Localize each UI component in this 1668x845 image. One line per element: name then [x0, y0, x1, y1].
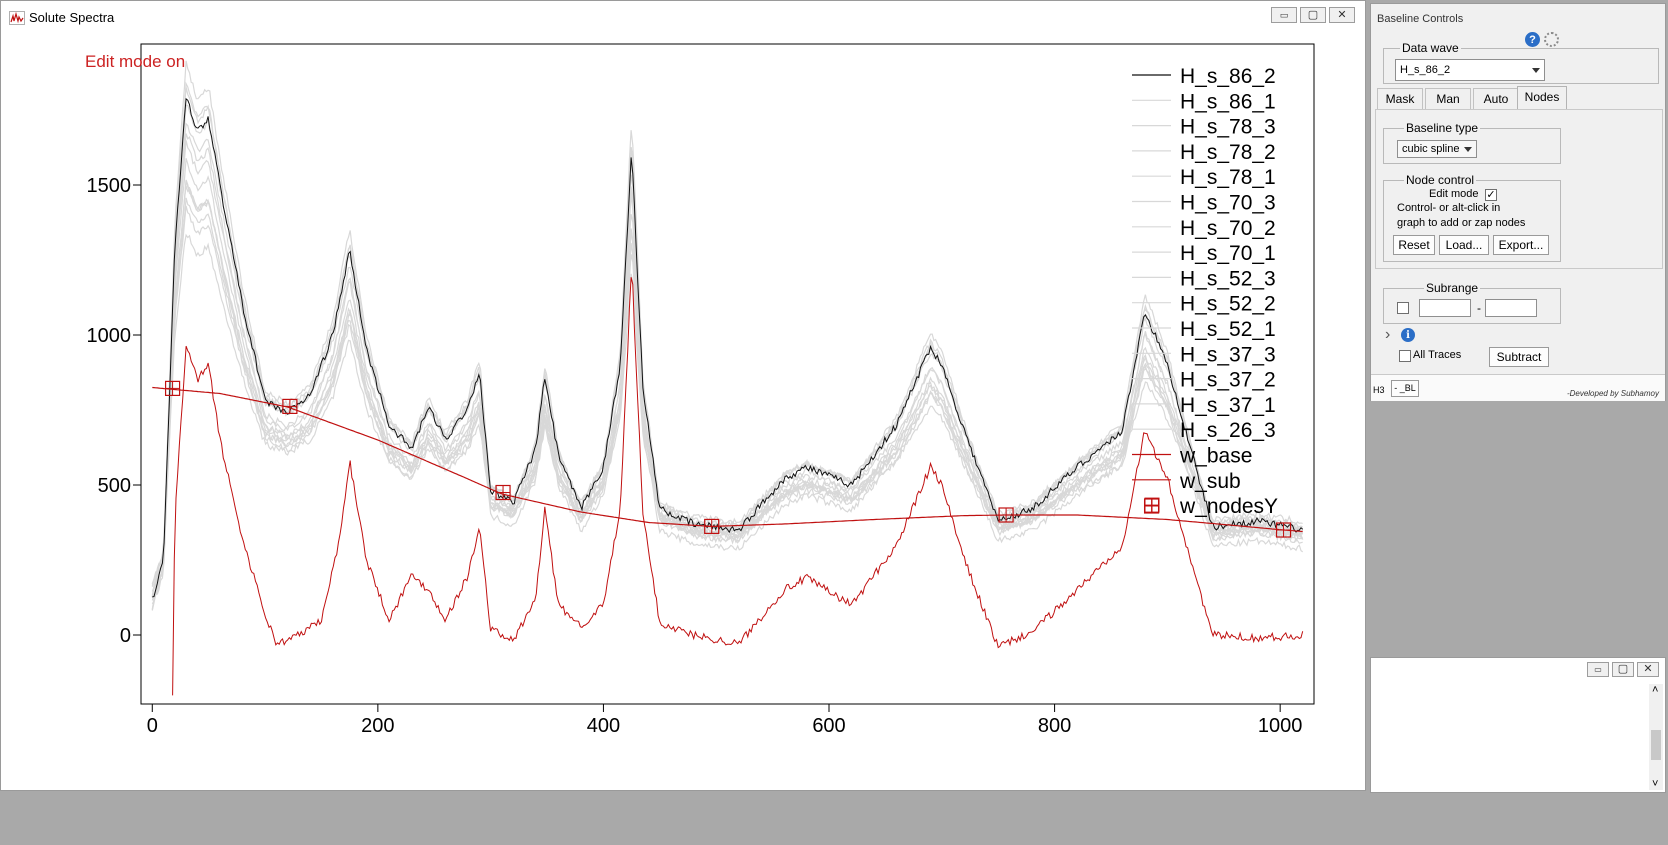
y-tick-label: 500 — [98, 475, 131, 497]
legend-entry: H_s_52_2 — [1180, 293, 1276, 316]
subrange-start-field[interactable] — [1419, 299, 1471, 317]
subtract-button[interactable]: Subtract — [1489, 347, 1549, 367]
info-icon[interactable]: i — [1401, 328, 1415, 342]
minimize-icon: ▭ — [1594, 664, 1602, 674]
baseline-type-select[interactable]: cubic spline — [1397, 140, 1477, 158]
lower-window: ▭ ▢ ✕ ˄ ˅ — [1370, 657, 1666, 793]
bl-button[interactable]: - _BL — [1391, 380, 1419, 397]
legend-entry: H_s_37_3 — [1180, 343, 1276, 366]
window-titlebar[interactable]: Solute Spectra ▭ ▢ ✕ — [1, 1, 1365, 33]
spectrum-app-icon — [9, 11, 25, 25]
footer-h3-label: H3 — [1373, 385, 1385, 395]
panel-footer: H3 - _BL -Developed by Subhamoy — [1371, 374, 1665, 401]
x-tick-label: 400 — [587, 715, 620, 737]
gear-icon[interactable] — [1544, 32, 1559, 47]
edit-mode-label: Edit mode — [1429, 188, 1479, 200]
tab-nodes[interactable]: Nodes — [1517, 86, 1567, 110]
y-tick-label: 1500 — [87, 175, 132, 197]
window-title: Solute Spectra — [29, 10, 115, 25]
tab-bar: Mask Man Auto Nodes — [1375, 86, 1663, 110]
scroll-thumb[interactable] — [1651, 730, 1661, 760]
minimize-button[interactable]: ▭ — [1271, 7, 1297, 23]
legend-entry: H_s_86_2 — [1180, 65, 1276, 88]
hint-line-1: Control- or alt-click in — [1397, 202, 1501, 214]
legend-entry: H_s_78_2 — [1180, 141, 1276, 164]
legend-entry: H_s_70_1 — [1180, 242, 1276, 265]
close-button[interactable]: ✕ — [1329, 7, 1355, 23]
panel-title: Baseline Controls — [1377, 13, 1464, 25]
hint-line-2: graph to add or zap nodes — [1397, 217, 1526, 229]
legend-entry: H_s_78_3 — [1180, 116, 1276, 139]
help-icon[interactable]: ? — [1525, 32, 1540, 47]
y-tick-label: 0 — [120, 625, 131, 647]
data-wave-label: Data wave — [1400, 41, 1461, 55]
node-control-label: Node control — [1404, 173, 1477, 187]
restore-button[interactable]: ▢ — [1612, 662, 1634, 677]
baseline-type-value: cubic spline — [1402, 143, 1460, 155]
minimize-button[interactable]: ▭ — [1587, 662, 1609, 677]
legend-entry: H_s_37_2 — [1180, 369, 1276, 392]
chart[interactable]: 0 200 400 600 800 1000 0 500 1000 1500 Edit mode o… — [1, 1, 1367, 792]
subrange-label: Subrange — [1424, 281, 1481, 295]
edit-mode-annotation: Edit mode on — [85, 52, 185, 71]
edit-mode-checkbox[interactable]: ✓ — [1485, 189, 1497, 201]
scroll-up-icon[interactable]: ˄ — [1652, 684, 1658, 696]
legend-entry: w_nodesY — [1179, 495, 1278, 518]
graph-window: 0 200 400 600 800 1000 0 500 1000 1500 Edit mode o… — [0, 0, 1366, 791]
legend-entry: H_s_86_1 — [1180, 90, 1276, 113]
data-wave-value: H_s_86_2 — [1400, 64, 1451, 76]
restore-icon: ▢ — [1617, 663, 1629, 675]
close-button[interactable]: ✕ — [1637, 662, 1659, 677]
all-traces-checkbox[interactable] — [1399, 350, 1411, 362]
legend-entry: w_sub — [1179, 470, 1241, 493]
y-tick-label: 1000 — [87, 325, 132, 347]
close-icon: ✕ — [1337, 8, 1347, 21]
data-wave-select[interactable]: H_s_86_2 — [1395, 59, 1545, 81]
baseline-controls-panel: Baseline Controls ? Data wave H_s_86_2 M… — [1370, 3, 1666, 401]
legend-entry: w_base — [1179, 445, 1252, 468]
chevron-down-icon — [1464, 147, 1472, 152]
restore-button[interactable]: ▢ — [1300, 7, 1326, 23]
legend-entry: H_s_78_1 — [1180, 166, 1276, 189]
close-icon: ✕ — [1643, 663, 1653, 675]
legend-entry: H_s_26_3 — [1180, 419, 1276, 442]
expand-arrow-icon[interactable]: › — [1385, 326, 1390, 344]
x-tick-label: 0 — [147, 715, 158, 737]
scroll-down-icon[interactable]: ˅ — [1652, 778, 1658, 790]
legend-entry: H_s_70_2 — [1180, 217, 1276, 240]
scrollbar[interactable]: ˄ ˅ — [1649, 684, 1663, 790]
minimize-icon: ▭ — [1279, 9, 1289, 20]
load-button[interactable]: Load... — [1439, 235, 1489, 255]
baseline-type-label: Baseline type — [1404, 121, 1481, 135]
subrange-separator: - — [1477, 301, 1481, 315]
tab-auto[interactable]: Auto — [1473, 88, 1519, 110]
reset-button[interactable]: Reset — [1393, 235, 1435, 255]
restore-icon: ▢ — [1307, 8, 1319, 21]
x-tick-label: 800 — [1038, 715, 1071, 737]
legend-entry: H_s_70_3 — [1180, 192, 1276, 215]
x-tick-label: 1000 — [1258, 715, 1303, 737]
chevron-down-icon — [1532, 68, 1540, 73]
legend-entry: H_s_52_3 — [1180, 267, 1276, 290]
legend-entry: H_s_37_1 — [1180, 394, 1276, 417]
tab-mask[interactable]: Mask — [1377, 88, 1423, 110]
x-tick-label: 600 — [812, 715, 845, 737]
export-button[interactable]: Export... — [1493, 235, 1549, 255]
x-tick-label: 200 — [361, 715, 394, 737]
subrange-end-field[interactable] — [1485, 299, 1537, 317]
tab-man[interactable]: Man — [1425, 88, 1471, 110]
credit-text: -Developed by Subhamoy — [1566, 389, 1659, 398]
all-traces-label: All Traces — [1413, 349, 1462, 361]
subrange-checkbox[interactable] — [1397, 302, 1409, 314]
legend-entry: H_s_52_1 — [1180, 318, 1276, 341]
